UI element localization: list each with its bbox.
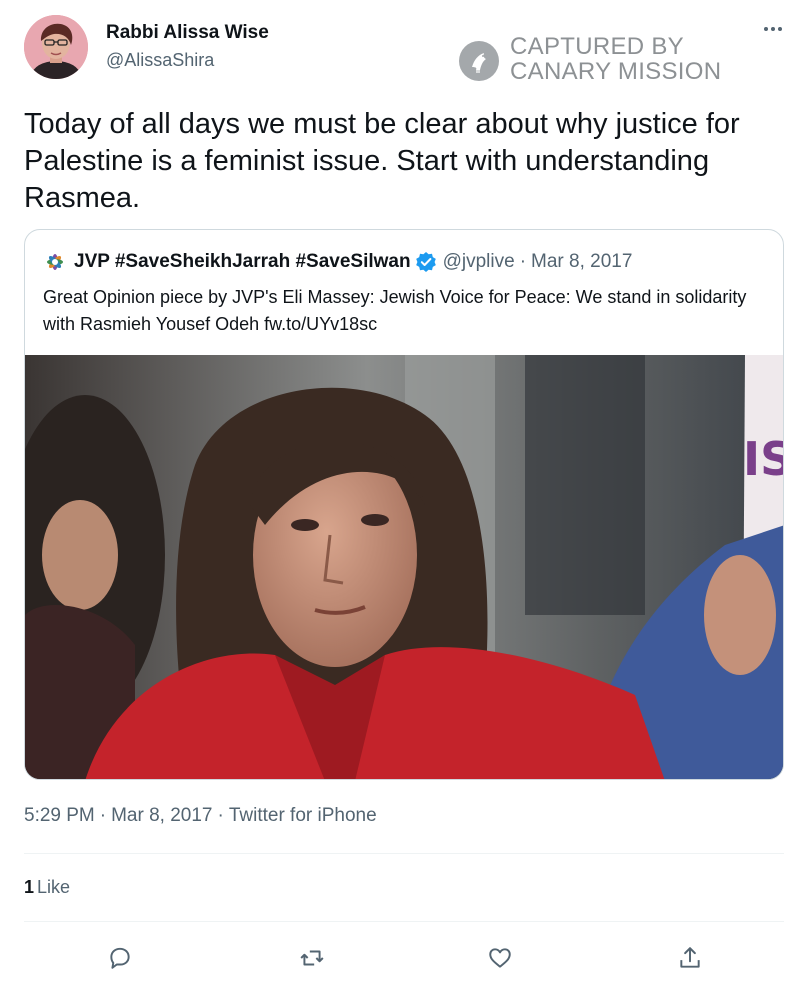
quoted-tweet-text: Great Opinion piece by JVP's Eli Massey:… (43, 287, 747, 334)
tweet-date[interactable]: Mar 8, 2017 (111, 805, 212, 826)
quoted-date[interactable]: Mar 8, 2017 (531, 251, 632, 273)
photo-sign-text: IS (743, 432, 784, 486)
quoted-handle[interactable]: @jvplive (443, 251, 515, 273)
like-icon (489, 948, 511, 968)
jvp-logo-icon (43, 250, 67, 274)
like-button[interactable] (482, 940, 518, 976)
tweet-meta: 5:29 PM · Mar 8, 2017 · Twitter for iPhone (24, 805, 377, 827)
author-display-name[interactable]: Rabbi Alissa Wise (106, 22, 269, 44)
quoted-separator: · (519, 251, 527, 272)
likes-summary[interactable]: 1 Like (24, 877, 70, 898)
retweet-button[interactable] (294, 940, 330, 976)
quoted-display-name[interactable]: JVP #SaveSheikhJarrah #SaveSilwan (74, 251, 411, 273)
retweet-icon (300, 950, 324, 966)
divider (24, 853, 784, 854)
watermark-line-2: CANARY MISSION (510, 58, 722, 85)
quoted-tweet-photo[interactable]: IS (25, 355, 784, 779)
avatar[interactable] (24, 15, 88, 79)
canary-bird-icon (458, 40, 500, 87)
tweet-text: Today of all days we must be clear about… (24, 108, 748, 214)
quoted-tweet-card[interactable]: JVP #SaveSheikhJarrah #SaveSilwan @jvpli… (24, 229, 784, 780)
avatar-image (24, 15, 88, 79)
verified-badge-icon (415, 251, 437, 273)
share-icon (680, 947, 700, 968)
tweet-time[interactable]: 5:29 PM (24, 805, 95, 826)
meta-separator: · (217, 805, 224, 826)
divider (24, 921, 784, 922)
tweet-source[interactable]: Twitter for iPhone (229, 805, 377, 826)
watermark-line-1: CAPTURED BY (510, 33, 684, 60)
meta-separator: · (99, 805, 107, 826)
quoted-tweet-header: JVP #SaveSheikhJarrah #SaveSilwan @jvpli… (43, 249, 632, 275)
author-handle[interactable]: @AlissaShira (106, 50, 214, 71)
more-options-icon[interactable] (758, 20, 788, 44)
likes-count: 1 (24, 877, 35, 897)
reply-icon (110, 947, 130, 969)
likes-label: Like (37, 877, 71, 897)
reply-button[interactable] (102, 940, 138, 976)
share-button[interactable] (672, 940, 708, 976)
